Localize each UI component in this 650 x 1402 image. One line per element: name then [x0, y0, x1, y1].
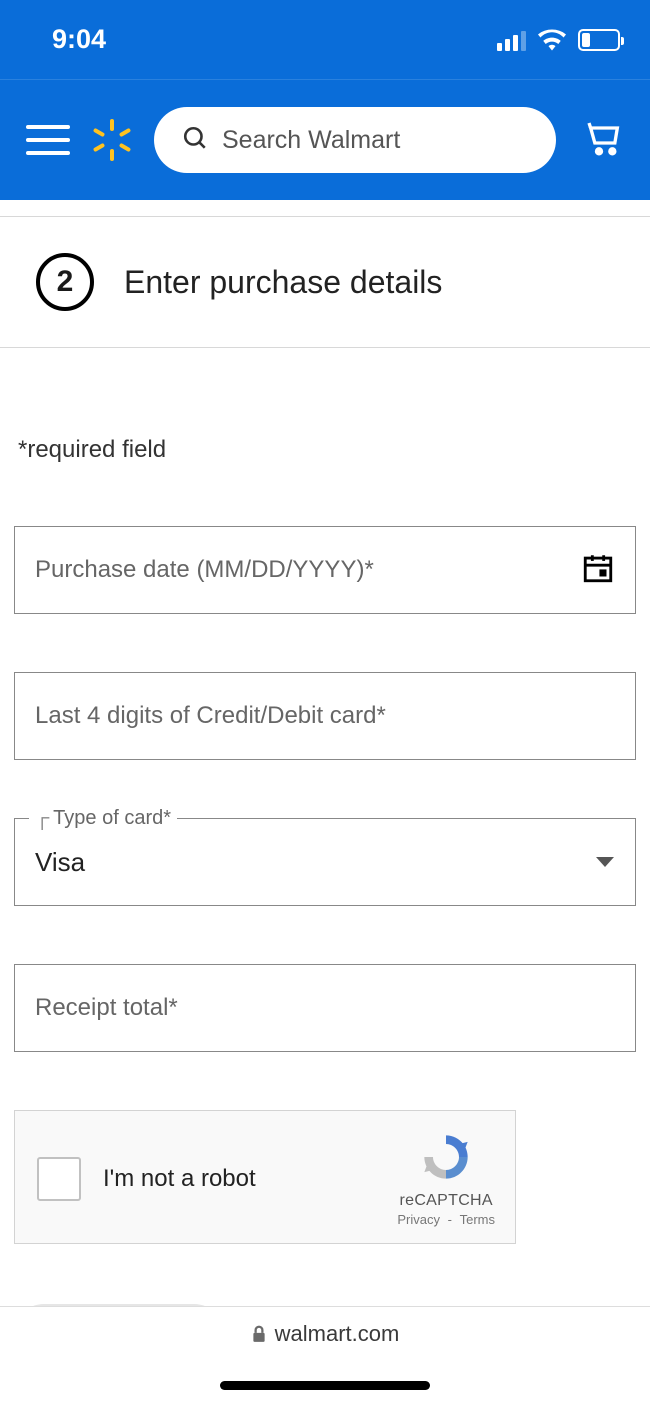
recaptcha-privacy-link[interactable]: Privacy — [397, 1212, 440, 1227]
receipt-total-field[interactable] — [14, 964, 636, 1052]
card-type-field[interactable]: ┌Type of card* Visa — [14, 818, 636, 906]
step-number-badge: 2 — [36, 253, 94, 311]
search-icon — [182, 125, 208, 156]
recaptcha-logo-icon — [395, 1131, 497, 1188]
app-header — [0, 80, 650, 200]
step-title: Enter purchase details — [124, 264, 442, 301]
walmart-spark-logo[interactable] — [90, 118, 134, 162]
battery-icon — [578, 29, 620, 51]
purchase-date-field[interactable] — [14, 526, 636, 614]
status-icons — [497, 29, 620, 51]
status-bar: 9:04 — [0, 0, 650, 80]
signal-icon — [497, 29, 526, 51]
recaptcha-label: I'm not a robot — [103, 1165, 256, 1193]
card-last4-input[interactable] — [35, 702, 615, 730]
required-field-note: *required field — [14, 436, 636, 464]
lock-icon — [251, 1325, 267, 1343]
step-header: 2 Enter purchase details — [0, 216, 650, 348]
browser-domain: walmart.com — [275, 1321, 400, 1347]
status-time: 9:04 — [52, 24, 106, 55]
browser-address-bar[interactable]: walmart.com — [0, 1306, 650, 1360]
card-type-label: ┌Type of card* — [29, 807, 177, 830]
recaptcha-name: reCAPTCHA — [395, 1192, 497, 1210]
menu-icon[interactable] — [26, 125, 70, 155]
cart-icon[interactable] — [584, 118, 624, 163]
receipt-total-input[interactable] — [35, 994, 615, 1022]
chevron-down-icon — [595, 855, 615, 869]
home-indicator[interactable] — [220, 1381, 430, 1390]
search-bar[interactable] — [154, 107, 556, 173]
card-last4-field[interactable] — [14, 672, 636, 760]
recaptcha-widget: I'm not a robot reCAPTCHA Privacy - Term… — [14, 1110, 516, 1244]
recaptcha-terms-link[interactable]: Terms — [460, 1212, 495, 1227]
search-input[interactable] — [222, 126, 528, 155]
wifi-icon — [538, 29, 566, 51]
recaptcha-checkbox[interactable] — [37, 1157, 81, 1201]
calendar-icon[interactable] — [581, 551, 615, 590]
purchase-details-form: *required field ┌Type of card* Visa I'm … — [0, 348, 650, 1348]
card-type-value: Visa — [35, 847, 85, 878]
purchase-date-input[interactable] — [35, 556, 571, 584]
recaptcha-branding: reCAPTCHA Privacy - Terms — [395, 1131, 497, 1227]
